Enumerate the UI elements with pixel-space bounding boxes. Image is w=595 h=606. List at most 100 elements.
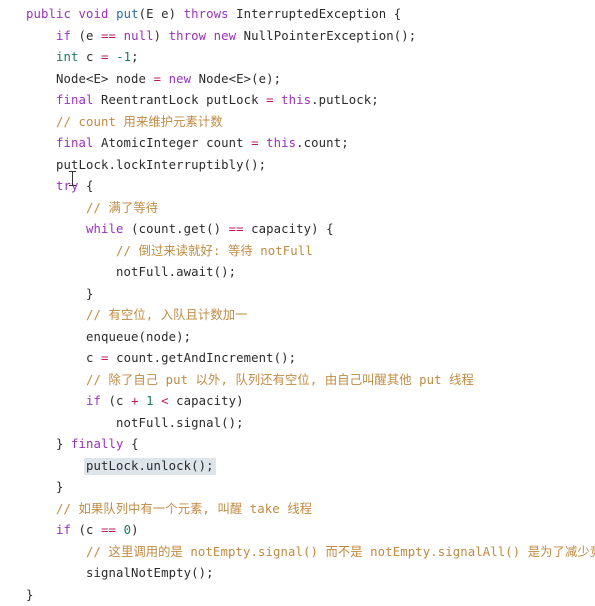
code-line[interactable]: try { — [26, 176, 595, 198]
code-token-plain — [116, 29, 124, 43]
code-line[interactable]: if (c == 0) — [26, 520, 595, 542]
code-token-method: put — [116, 7, 139, 21]
code-indent — [26, 373, 86, 387]
code-line[interactable]: // count 用来维护元素计数 — [26, 112, 595, 134]
code-line[interactable]: final AtomicInteger count = this.count; — [26, 133, 595, 155]
code-token-kw: void — [79, 7, 109, 21]
code-indent — [26, 523, 56, 537]
code-indent — [26, 287, 86, 301]
code-token-plain: capacity) { — [244, 222, 334, 236]
code-line[interactable]: if (c + 1 < capacity) — [26, 391, 595, 413]
code-token-plain: Node<E> node — [56, 72, 154, 86]
code-token-comment: // 满了等待 — [86, 201, 158, 215]
code-indent — [26, 502, 56, 516]
code-token-comment: // 这里调用的是 notEmpty.signal() 而不是 notEmpty… — [86, 545, 595, 559]
code-indent — [26, 566, 86, 580]
selected-code-fragment[interactable]: putLock.unlock(); — [84, 458, 216, 475]
code-token-op: == — [101, 523, 116, 537]
code-indent — [26, 545, 86, 559]
code-token-plain — [139, 394, 147, 408]
code-token-op: == — [101, 29, 116, 43]
code-line[interactable]: putLock.unlock(); — [26, 456, 595, 478]
code-line[interactable]: // 除了自己 put 以外, 队列还有空位, 由自己叫醒其他 put 线程 — [26, 370, 595, 392]
code-token-kw: final — [56, 93, 94, 107]
code-token-plain: { — [124, 437, 139, 451]
code-token-num: -1 — [116, 50, 131, 64]
code-line[interactable]: enqueue(node); — [26, 327, 595, 349]
code-token-plain: c — [86, 351, 101, 365]
code-token-num: 0 — [124, 523, 132, 537]
code-token-kw: if — [56, 29, 71, 43]
code-token-plain: (c — [71, 523, 101, 537]
code-token-kw: this — [266, 136, 296, 150]
code-token-plain: .count; — [296, 136, 349, 150]
code-token-op: < — [161, 394, 169, 408]
code-token-op: + — [131, 394, 139, 408]
code-indent — [26, 72, 56, 86]
code-indent — [26, 158, 56, 172]
code-indent — [26, 136, 56, 150]
code-indent — [26, 115, 56, 129]
code-token-plain: putLock.unlock(); — [86, 459, 214, 473]
code-line[interactable]: // 满了等待 — [26, 198, 595, 220]
code-token-plain: signalNotEmpty(); — [86, 566, 214, 580]
code-token-kw: public — [26, 7, 71, 21]
code-token-kw: throw — [169, 29, 207, 43]
code-token-plain — [161, 72, 169, 86]
code-line[interactable]: Node<E> node = new Node<E>(e); — [26, 69, 595, 91]
code-token-plain — [116, 523, 124, 537]
code-token-plain: notFull.await(); — [116, 265, 236, 279]
code-line[interactable]: // 有空位, 入队且计数加一 — [26, 305, 595, 327]
code-token-op: = — [154, 72, 162, 86]
code-token-plain — [154, 394, 162, 408]
code-line[interactable]: public void put(E e) throws InterruptedE… — [26, 4, 595, 26]
code-token-plain: (e — [71, 29, 101, 43]
code-line[interactable]: notFull.await(); — [26, 262, 595, 284]
code-line[interactable]: } — [26, 284, 595, 306]
code-line[interactable]: } finally { — [26, 434, 595, 456]
code-token-plain: count.getAndIncrement(); — [109, 351, 297, 365]
code-token-op: = — [251, 136, 259, 150]
code-indent — [26, 480, 56, 494]
code-token-type: int — [56, 50, 79, 64]
code-line[interactable]: if (e == null) throw new NullPointerExce… — [26, 26, 595, 48]
code-token-kw: new — [169, 72, 192, 86]
code-line[interactable]: } — [26, 477, 595, 499]
code-token-op: == — [229, 222, 244, 236]
code-line[interactable]: // 倒过来读就好: 等待 notFull — [26, 241, 595, 263]
code-line[interactable]: notFull.signal(); — [26, 413, 595, 435]
code-line[interactable]: } — [26, 585, 595, 606]
code-token-plain: ) — [131, 523, 139, 537]
code-indent — [26, 93, 56, 107]
code-token-plain: InterruptedException { — [229, 7, 402, 21]
code-line[interactable]: c = count.getAndIncrement(); — [26, 348, 595, 370]
code-indent — [26, 50, 56, 64]
code-token-kw: finally — [71, 437, 124, 451]
code-token-plain: capacity) — [169, 394, 244, 408]
code-token-kw: if — [56, 523, 71, 537]
code-line[interactable]: int c = -1; — [26, 47, 595, 69]
code-token-plain: AtomicInteger count — [94, 136, 252, 150]
code-line[interactable]: // 如果队列中有一个元素, 叫醒 take 线程 — [26, 499, 595, 521]
code-indent — [26, 201, 86, 215]
code-token-plain: ; — [131, 50, 139, 64]
code-viewer[interactable]: public void put(E e) throws InterruptedE… — [0, 0, 595, 528]
code-indent — [26, 351, 86, 365]
code-token-comment: // 有空位, 入队且计数加一 — [86, 308, 248, 322]
code-token-num: 1 — [146, 394, 154, 408]
code-indent — [26, 437, 56, 451]
code-token-kw: if — [86, 394, 101, 408]
code-line[interactable]: putLock.lockInterruptibly(); — [26, 155, 595, 177]
code-line[interactable]: final ReentrantLock putLock = this.putLo… — [26, 90, 595, 112]
code-token-plain: Node<E>(e); — [191, 72, 281, 86]
code-line[interactable]: // 这里调用的是 notEmpty.signal() 而不是 notEmpty… — [26, 542, 595, 564]
code-token-op: = — [266, 93, 274, 107]
code-line[interactable]: while (count.get() == capacity) { — [26, 219, 595, 241]
code-token-plain: } — [56, 480, 64, 494]
code-indent — [26, 330, 86, 344]
code-indent — [26, 459, 86, 473]
code-token-plain — [109, 7, 117, 21]
code-line[interactable]: signalNotEmpty(); — [26, 563, 595, 585]
code-block[interactable]: public void put(E e) throws InterruptedE… — [26, 4, 595, 606]
code-token-kw: while — [86, 222, 124, 236]
